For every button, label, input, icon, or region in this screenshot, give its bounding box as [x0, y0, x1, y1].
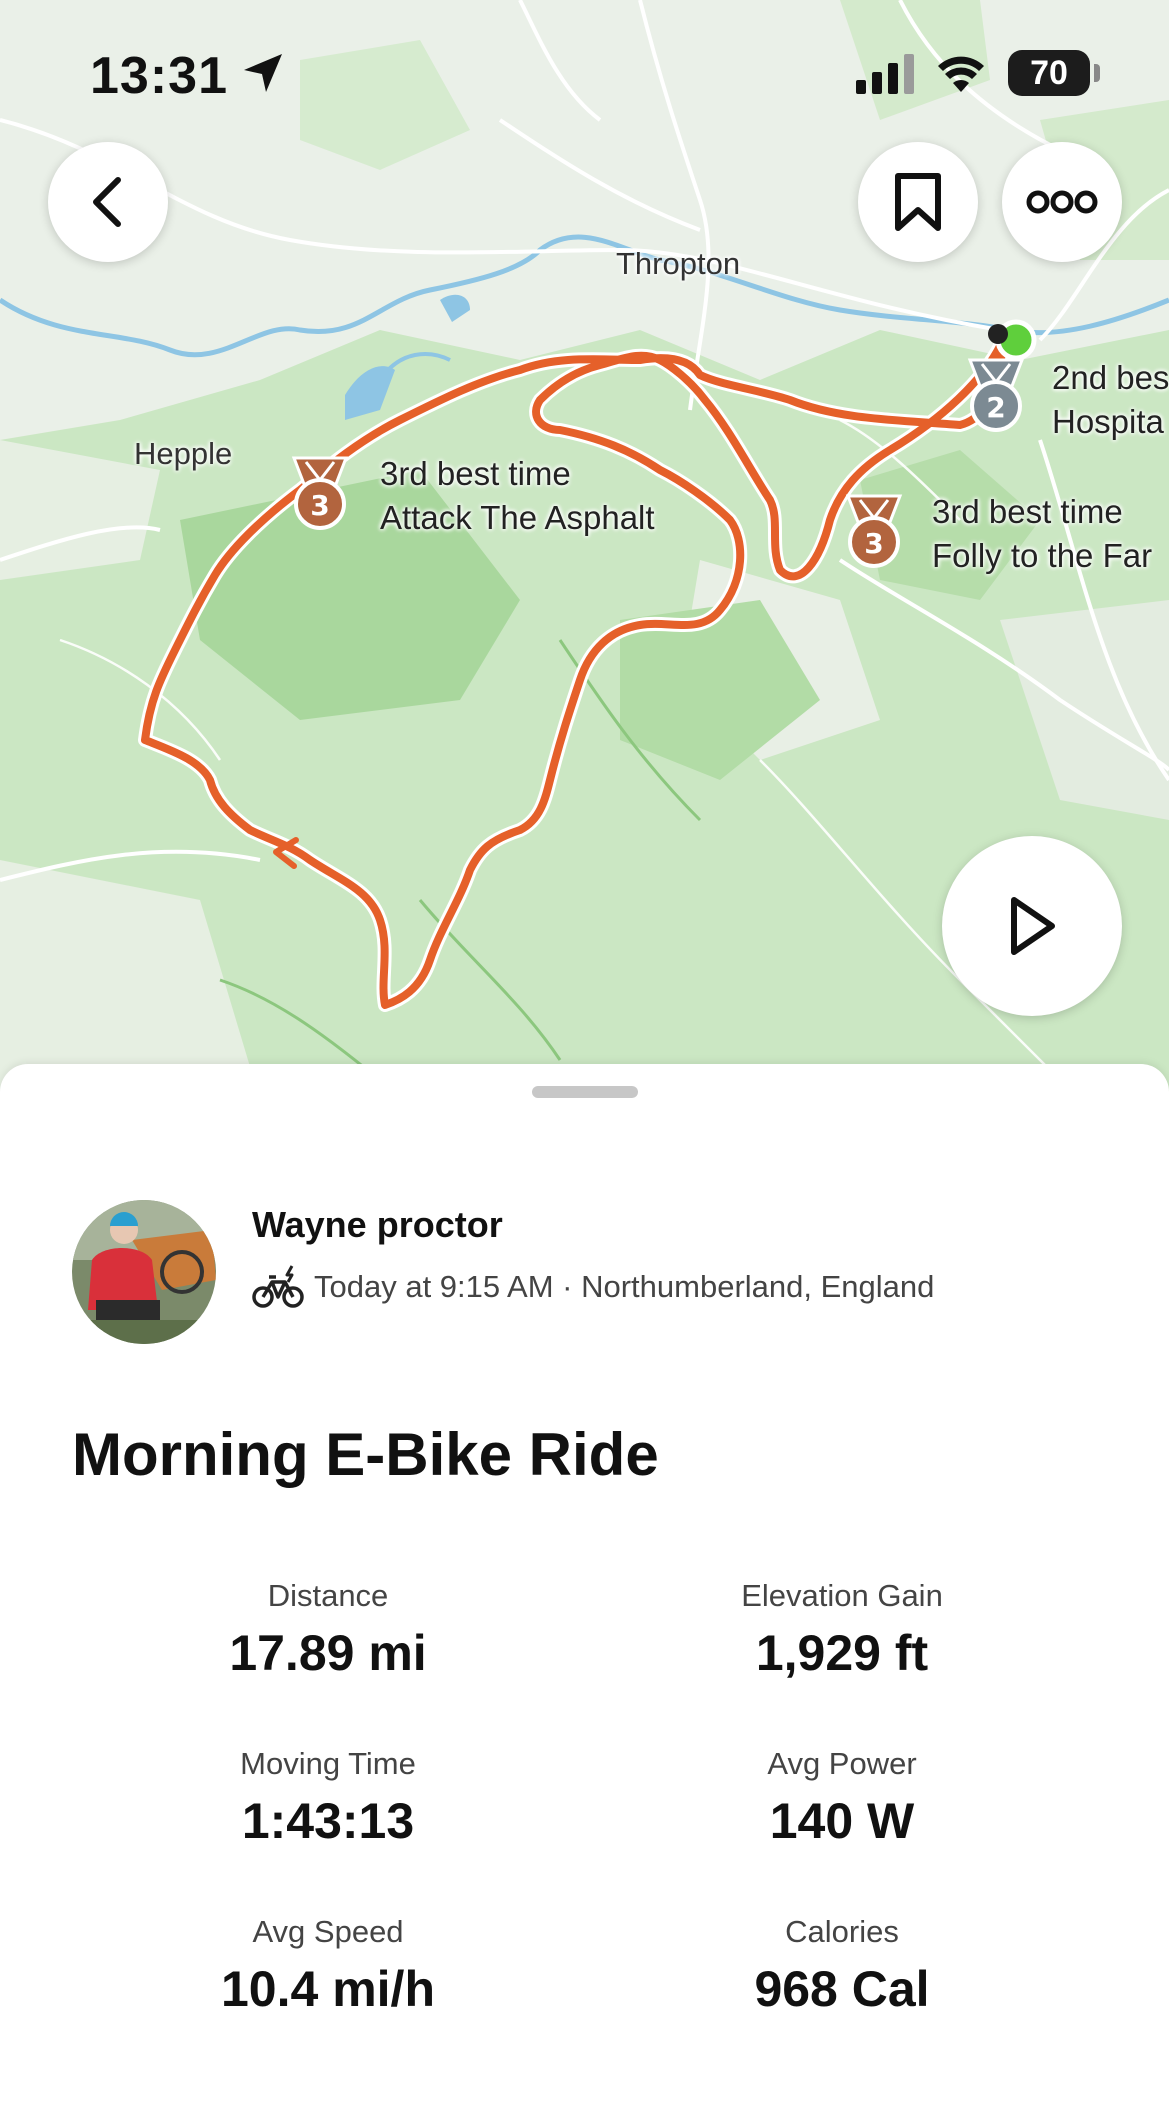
route-map[interactable]: Thropton Hepple 2 3 3 2nd bes Hospita 3r	[0, 0, 1169, 1100]
segment-rank-text: 3rd best time	[380, 455, 571, 492]
stat-elevation-gain: Elevation Gain 1,929 ft	[582, 1578, 1102, 1682]
status-bar: 13:31 70	[0, 0, 1169, 140]
activity-title: Morning E-Bike Ride	[72, 1421, 659, 1488]
athlete-photo	[72, 1200, 216, 1344]
play-icon	[1011, 897, 1055, 955]
battery-indicator: 70	[1008, 50, 1090, 96]
stat-avg-speed: Avg Speed 10.4 mi/h	[68, 1914, 588, 2018]
cellular-signal-icon	[856, 54, 914, 94]
athlete-name[interactable]: Wayne proctor	[252, 1204, 503, 1246]
stat-calories: Calories 968 Cal	[582, 1914, 1102, 2018]
stat-value: 1:43:13	[241, 1793, 415, 1849]
segment-label-attack-the-asphalt[interactable]: 3rd best time Attack The Asphalt	[380, 452, 655, 540]
bronze-medal-icon[interactable]: 3	[838, 492, 910, 572]
stat-distance: Distance 17.89 mi	[68, 1578, 588, 1682]
ebike-icon	[252, 1265, 304, 1308]
medal-rank: 3	[310, 489, 329, 522]
activity-sheet: Wayne proctor Today at 9:15 AM · Northum…	[0, 1064, 1169, 2122]
bookmark-icon	[895, 173, 941, 231]
status-time: 13:31	[90, 47, 228, 105]
sheet-grabber[interactable]	[532, 1086, 638, 1098]
place-label-thropton: Thropton	[616, 246, 741, 281]
stat-label: Avg Speed	[252, 1914, 404, 1949]
wifi-icon	[938, 56, 984, 92]
stat-label: Calories	[785, 1914, 899, 1949]
stat-label: Moving Time	[240, 1746, 416, 1781]
stat-label: Avg Power	[767, 1746, 917, 1781]
stat-avg-power: Avg Power 140 W	[582, 1746, 1102, 1850]
battery-cap	[1094, 64, 1100, 82]
segment-label-folly-to-the-far[interactable]: 3rd best time Folly to the Far	[932, 490, 1152, 578]
medal-rank: 2	[986, 391, 1005, 424]
more-options-button[interactable]	[1002, 142, 1122, 262]
segment-name-text: Hospita	[1052, 403, 1164, 440]
stat-label: Distance	[267, 1578, 389, 1613]
activity-date-location: Today at 9:15 AM · Northumberland, Engla…	[314, 1269, 935, 1304]
stat-value: 17.89 mi	[229, 1625, 427, 1681]
segment-rank-text: 2nd bes	[1052, 359, 1169, 396]
medal-rank: 3	[864, 527, 883, 560]
location-arrow-icon	[244, 54, 282, 92]
chevron-left-icon	[93, 177, 121, 227]
stat-value: 10.4 mi/h	[221, 1961, 435, 2017]
stat-value: 140 W	[769, 1793, 915, 1849]
stat-label: Elevation Gain	[741, 1578, 943, 1613]
stat-value: 968 Cal	[754, 1961, 930, 2017]
play-flyover-button[interactable]	[942, 836, 1122, 1016]
silver-medal-icon[interactable]: 2	[960, 356, 1032, 436]
athlete-avatar[interactable]	[72, 1200, 216, 1344]
more-icon	[1026, 190, 1098, 214]
bronze-medal-icon[interactable]: 3	[284, 454, 356, 534]
segment-name-text: Folly to the Far	[932, 537, 1153, 574]
segment-name-text: Attack The Asphalt	[380, 499, 655, 536]
back-button[interactable]	[48, 142, 168, 262]
activity-meta: Today at 9:15 AM · Northumberland, Engla…	[252, 1264, 934, 1310]
segment-label-hospital[interactable]: 2nd bes Hospita	[1052, 356, 1169, 444]
stat-value: 1,929 ft	[755, 1625, 929, 1681]
place-label-hepple: Hepple	[134, 436, 233, 471]
save-route-button[interactable]	[858, 142, 978, 262]
segment-rank-text: 3rd best time	[932, 493, 1123, 530]
stat-moving-time: Moving Time 1:43:13	[68, 1746, 588, 1850]
